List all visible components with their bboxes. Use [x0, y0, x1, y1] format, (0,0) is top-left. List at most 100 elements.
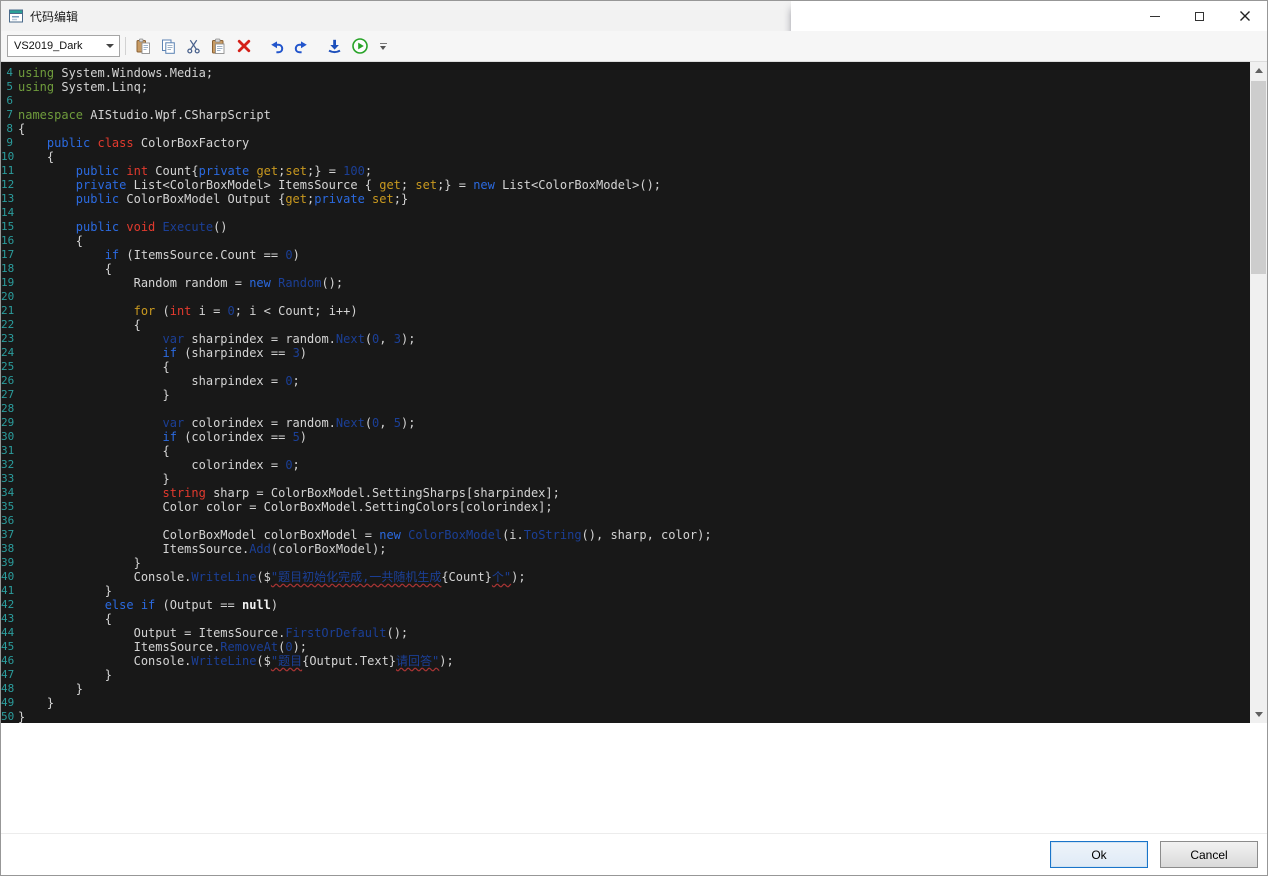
- line-number: 19: [1, 276, 16, 290]
- code-text: sharpindex = 0;: [16, 374, 300, 388]
- save-download-icon: [326, 38, 343, 55]
- maximize-button[interactable]: [1177, 1, 1222, 31]
- line-number: 24: [1, 346, 16, 360]
- code-text: }: [16, 388, 170, 402]
- close-button[interactable]: [1222, 1, 1267, 31]
- line-number: 23: [1, 332, 16, 346]
- code-line: 12 private List<ColorBoxModel> ItemsSour…: [1, 178, 1250, 192]
- save-button[interactable]: [322, 34, 347, 59]
- code-line: 17 if (ItemsSource.Count == 0): [1, 248, 1250, 262]
- code-line: 25 {: [1, 360, 1250, 374]
- cut-button[interactable]: [181, 34, 206, 59]
- line-number: 18: [1, 262, 16, 276]
- code-line: 7namespace AIStudio.Wpf.CSharpScript: [1, 108, 1250, 122]
- code-line: 8{: [1, 122, 1250, 136]
- code-text: Console.WriteLine($"题目初始化完成,一共随机生成{Count…: [16, 570, 526, 584]
- code-text: using System.Windows.Media;: [16, 66, 213, 80]
- redo-button[interactable]: [289, 34, 314, 59]
- run-button[interactable]: [347, 34, 372, 59]
- line-number: 26: [1, 374, 16, 388]
- code-line: 22 {: [1, 318, 1250, 332]
- code-text: [16, 94, 25, 108]
- code-text: if (colorindex == 5): [16, 430, 307, 444]
- code-text: [16, 402, 25, 416]
- line-number: 16: [1, 234, 16, 248]
- code-text: public void Execute(): [16, 220, 228, 234]
- code-editor[interactable]: 4using System.Windows.Media;5using Syste…: [1, 62, 1250, 723]
- delete-button[interactable]: [231, 34, 256, 59]
- redo-icon: [293, 38, 310, 55]
- code-text: string sharp = ColorBoxModel.SettingShar…: [16, 486, 560, 500]
- code-line: 37 ColorBoxModel colorBoxModel = new Col…: [1, 528, 1250, 542]
- code-text: ColorBoxModel colorBoxModel = new ColorB…: [16, 528, 712, 542]
- code-lines: 4using System.Windows.Media;5using Syste…: [1, 66, 1250, 723]
- code-line: 24 if (sharpindex == 3): [1, 346, 1250, 360]
- code-text: Color color = ColorBoxModel.SettingColor…: [16, 500, 553, 514]
- code-line: 45 ItemsSource.RemoveAt(0);: [1, 640, 1250, 654]
- code-text: }: [16, 696, 54, 710]
- code-line: 6: [1, 94, 1250, 108]
- code-text: }: [16, 472, 170, 486]
- toolbar-overflow-button[interactable]: [376, 34, 390, 59]
- line-number: 31: [1, 444, 16, 458]
- line-number: 44: [1, 626, 16, 640]
- titlebar-left: 代码编辑: [1, 8, 78, 25]
- code-text: ItemsSource.Add(colorBoxModel);: [16, 542, 386, 556]
- scroll-up-button[interactable]: [1250, 62, 1267, 79]
- code-line: 46 Console.WriteLine($"题目{Output.Text}请回…: [1, 654, 1250, 668]
- line-number: 8: [1, 122, 16, 136]
- paste-button[interactable]: [206, 34, 231, 59]
- line-number: 47: [1, 668, 16, 682]
- line-number: 43: [1, 612, 16, 626]
- line-number: 30: [1, 430, 16, 444]
- code-text: [16, 514, 25, 528]
- code-line: 14: [1, 206, 1250, 220]
- code-text: namespace AIStudio.Wpf.CSharpScript: [16, 108, 271, 122]
- line-number: 14: [1, 206, 16, 220]
- code-line: 44 Output = ItemsSource.FirstOrDefault()…: [1, 626, 1250, 640]
- line-number: 9: [1, 136, 16, 150]
- scroll-down-button[interactable]: [1250, 706, 1267, 723]
- undo-button[interactable]: [264, 34, 289, 59]
- vertical-scrollbar[interactable]: [1250, 62, 1267, 723]
- chevron-down-icon: [380, 46, 386, 50]
- code-text: if (ItemsSource.Count == 0): [16, 248, 300, 262]
- code-line: 38 ItemsSource.Add(colorBoxModel);: [1, 542, 1250, 556]
- line-number: 12: [1, 178, 16, 192]
- code-line: 13 public ColorBoxModel Output {get;priv…: [1, 192, 1250, 206]
- code-line: 40 Console.WriteLine($"题目初始化完成,一共随机生成{Co…: [1, 570, 1250, 584]
- line-number: 35: [1, 500, 16, 514]
- minimize-button[interactable]: [1132, 1, 1177, 31]
- code-line: 47 }: [1, 668, 1250, 682]
- code-line: 11 public int Count{private get;set;} = …: [1, 164, 1250, 178]
- line-number: 11: [1, 164, 16, 178]
- paste-icon: [210, 38, 227, 55]
- line-number: 28: [1, 402, 16, 416]
- minimize-icon: [1150, 16, 1160, 17]
- scrollbar-thumb[interactable]: [1251, 81, 1266, 274]
- toolbar: VS2019_Dark: [1, 31, 1267, 62]
- line-number: 10: [1, 150, 16, 164]
- copy-button[interactable]: [156, 34, 181, 59]
- code-line: 34 string sharp = ColorBoxModel.SettingS…: [1, 486, 1250, 500]
- line-number: 22: [1, 318, 16, 332]
- titlebar: 代码编辑: [1, 1, 1267, 31]
- line-number: 32: [1, 458, 16, 472]
- code-text: {: [16, 318, 141, 332]
- cut-icon: [185, 38, 202, 55]
- ok-button[interactable]: Ok: [1050, 841, 1148, 868]
- line-number: 13: [1, 192, 16, 206]
- cancel-button[interactable]: Cancel: [1160, 841, 1258, 868]
- code-line: 15 public void Execute(): [1, 220, 1250, 234]
- line-number: 5: [1, 80, 16, 94]
- copy-icon: [160, 38, 177, 55]
- theme-combobox[interactable]: VS2019_Dark: [7, 35, 120, 57]
- code-text: {: [16, 444, 170, 458]
- line-number: 21: [1, 304, 16, 318]
- close-icon: [1239, 10, 1251, 22]
- undo-icon: [268, 38, 285, 55]
- code-line: 50}: [1, 710, 1250, 723]
- new-file-button[interactable]: [131, 34, 156, 59]
- code-text: for (int i = 0; i < Count; i++): [16, 304, 358, 318]
- line-number: 7: [1, 108, 16, 122]
